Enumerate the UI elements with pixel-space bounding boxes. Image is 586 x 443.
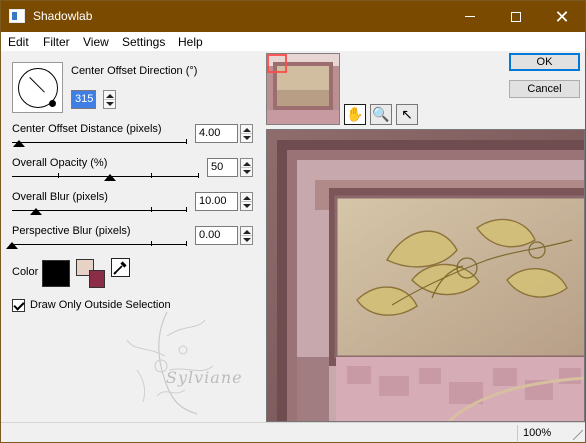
dial-knob[interactable] <box>49 100 56 107</box>
cancel-button[interactable]: Cancel <box>509 80 580 98</box>
navigator-thumbnail[interactable] <box>266 53 340 125</box>
overall-blur-thumb[interactable] <box>30 208 42 215</box>
menu-help[interactable]: Help <box>178 35 203 49</box>
center-offset-distance-track[interactable] <box>12 142 186 143</box>
menu-view[interactable]: View <box>83 35 109 49</box>
overall-blur-spinner[interactable] <box>240 192 253 211</box>
close-icon: ✕ <box>554 6 570 27</box>
draw-only-outside-checkbox[interactable] <box>12 299 25 312</box>
slider-tick <box>186 241 187 246</box>
overall-blur-field[interactable]: 10.00 <box>195 192 238 211</box>
spin-down-icon[interactable] <box>243 238 251 242</box>
perspective-blur-spinner[interactable] <box>240 226 253 245</box>
titlebar: Shadowlab ✕ <box>1 1 585 32</box>
status-separator <box>517 425 518 441</box>
slider-tick <box>151 241 152 246</box>
maximize-button[interactable] <box>493 1 539 32</box>
overall-blur-label: Overall Blur (pixels) <box>12 191 108 203</box>
minimize-button[interactable] <box>447 1 493 32</box>
direction-dial[interactable] <box>12 62 63 113</box>
status-bar: 100% <box>1 422 585 442</box>
center-offset-direction-label: Center Offset Direction (°) <box>71 65 198 77</box>
overall-opacity-label: Overall Opacity (%) <box>12 157 108 169</box>
overall-opacity-spinner[interactable] <box>240 158 253 177</box>
eyedropper-button[interactable] <box>111 258 130 277</box>
navigator-preview <box>267 54 339 124</box>
hand-tool[interactable]: ✋ <box>344 104 366 125</box>
center-offset-distance-label: Center Offset Distance (pixels) <box>12 123 162 135</box>
app-icon <box>9 9 25 23</box>
spin-up-icon[interactable] <box>243 230 251 234</box>
maximize-icon <box>511 11 521 22</box>
hand-icon: ✋ <box>346 106 364 122</box>
window-title: Shadowlab <box>33 9 93 23</box>
spin-up-icon[interactable] <box>243 196 251 200</box>
resize-grip-icon[interactable] <box>573 430 583 440</box>
center-offset-direction-field[interactable]: 315 <box>71 90 96 109</box>
spin-up-icon[interactable] <box>243 162 251 166</box>
overall-opacity-field[interactable]: 50 <box>207 158 238 177</box>
overall-opacity-thumb[interactable] <box>104 174 116 181</box>
slider-tick <box>186 139 187 144</box>
center-offset-distance-thumb[interactable] <box>13 140 25 147</box>
spin-down-icon[interactable] <box>106 102 114 106</box>
ok-button[interactable]: OK <box>509 53 580 71</box>
center-offset-distance-spinner[interactable] <box>240 124 253 143</box>
center-offset-direction-spinner[interactable] <box>103 90 116 109</box>
perspective-blur-track[interactable] <box>12 244 186 245</box>
menu-filter[interactable]: Filter <box>43 35 70 49</box>
watermark-signature: Sylviane <box>166 368 243 387</box>
zoom-level: 100% <box>523 427 552 439</box>
slider-tick <box>186 207 187 212</box>
watermark-flourish <box>126 311 214 415</box>
zoom-icon: 🔍 <box>372 106 390 122</box>
primary-color-swatch[interactable] <box>42 260 70 287</box>
slider-tick <box>151 173 152 178</box>
main-preview[interactable] <box>266 129 585 422</box>
center-offset-distance-field[interactable]: 4.00 <box>195 124 238 143</box>
eyedropper-icon <box>113 261 127 275</box>
perspective-blur-label: Perspective Blur (pixels) <box>12 225 131 237</box>
preview-image <box>267 130 584 421</box>
spin-up-icon[interactable] <box>106 94 114 98</box>
zoom-tool[interactable]: 🔍 <box>370 104 392 125</box>
spin-down-icon[interactable] <box>243 170 251 174</box>
minimize-icon <box>465 16 475 17</box>
menu-edit[interactable]: Edit <box>8 35 29 49</box>
menu-settings[interactable]: Settings <box>122 35 165 49</box>
spin-down-icon[interactable] <box>243 204 251 208</box>
slider-tick <box>58 173 59 178</box>
menu-bar: Edit Filter View Settings Help <box>1 32 585 51</box>
secondary-dark-swatch[interactable] <box>89 270 105 288</box>
shadowlab-window: Shadowlab ✕ Edit Filter View Settings He… <box>0 0 586 443</box>
color-label: Color <box>12 266 39 278</box>
perspective-blur-field[interactable]: 0.00 <box>195 226 238 245</box>
pointer-icon: ↖ <box>401 106 413 122</box>
pointer-tool[interactable]: ↖ <box>396 104 418 125</box>
close-button[interactable]: ✕ <box>539 1 585 32</box>
spin-down-icon[interactable] <box>243 136 251 140</box>
perspective-blur-thumb[interactable] <box>6 242 18 249</box>
slider-tick <box>198 173 199 178</box>
slider-tick <box>151 207 152 212</box>
spin-up-icon[interactable] <box>243 128 251 132</box>
